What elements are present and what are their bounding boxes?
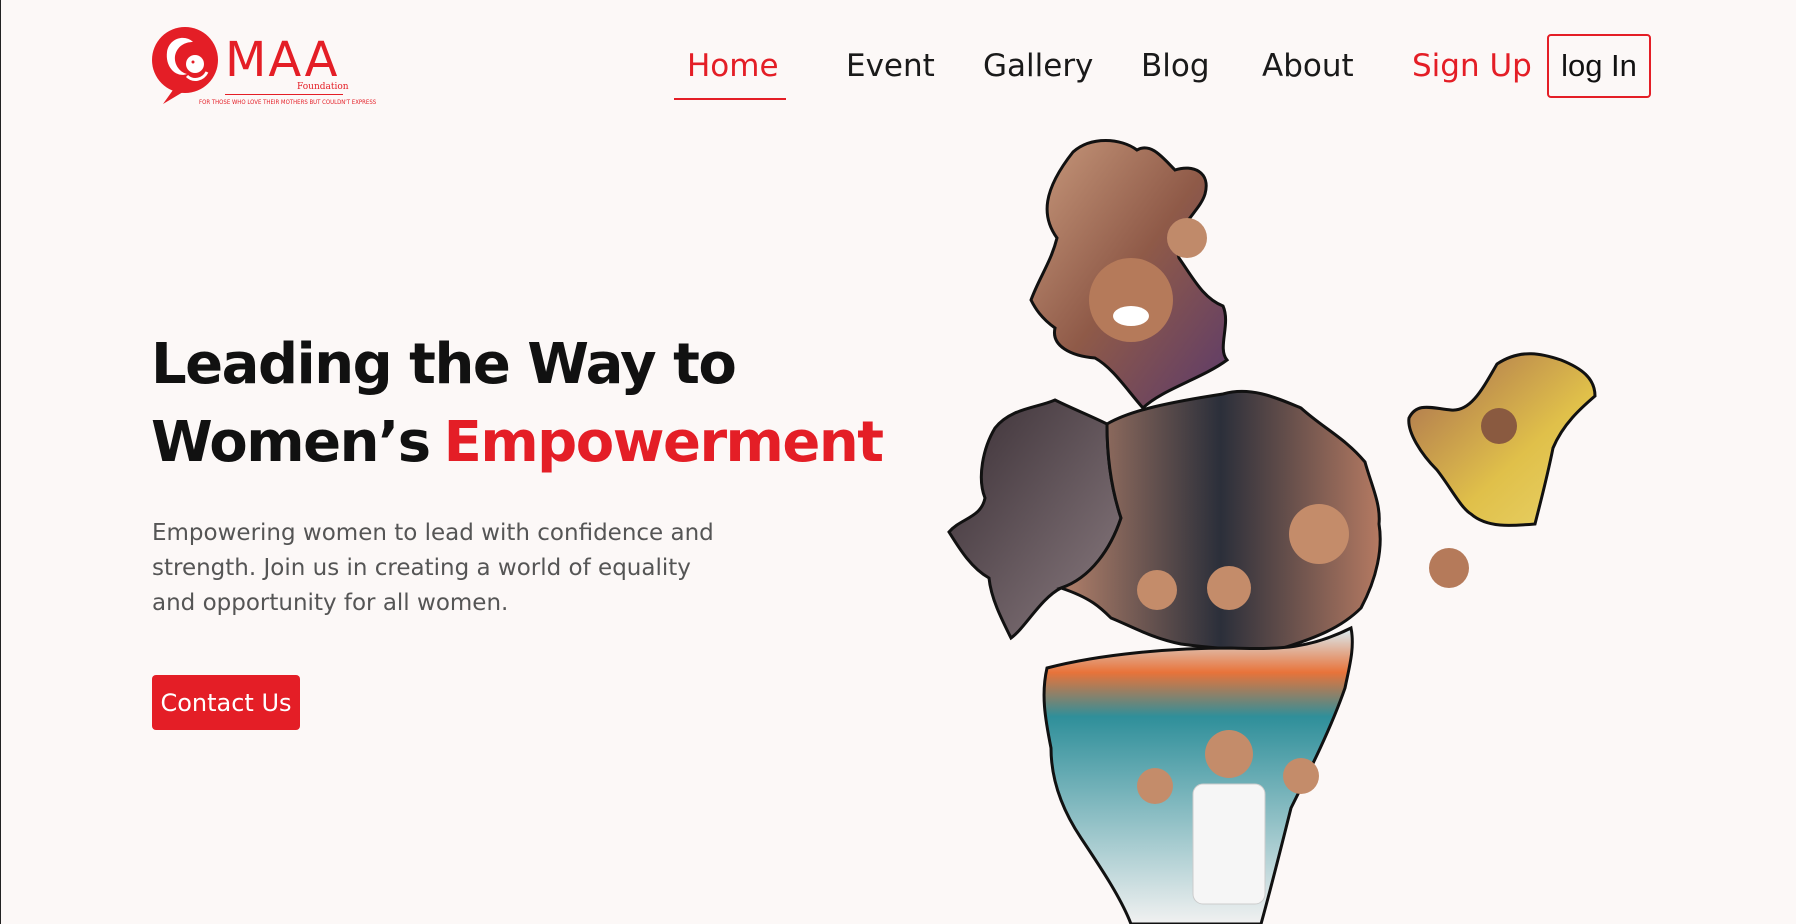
nav-blog-link[interactable]: Blog: [1141, 48, 1210, 84]
hero-description: Empowering women to lead with confidence…: [152, 520, 714, 616]
nav-gallery-link[interactable]: Gallery: [983, 48, 1093, 84]
india-map-icon: [947, 139, 1597, 924]
india-map-collage: [931, 128, 1751, 924]
portrait-doctor-south: [1205, 730, 1253, 778]
nav-home-link[interactable]: Home: [687, 48, 779, 84]
hero-title: Leading the Way to Women’s Empowerment: [151, 326, 884, 482]
brand-tagline: FOR THOSE WHO LOVE THEIR MOTHERS BUT COU…: [199, 99, 377, 106]
signup-link[interactable]: Sign Up: [1412, 48, 1532, 84]
hero-title-line1: Leading the Way to: [151, 332, 737, 397]
mother-child-logo-icon: [152, 27, 218, 104]
brand-logo[interactable]: MAA Foundation FOR THOSE WHO LOVE THEIR …: [149, 24, 376, 112]
nav-active-indicator: [674, 98, 786, 100]
brand-sub: Foundation: [297, 82, 349, 92]
hero-title-accent: Empowerment: [443, 410, 884, 475]
brand-name: MAA: [225, 32, 340, 88]
portrait-woman-north: [1089, 258, 1173, 342]
brand-divider: [225, 94, 343, 95]
portrait-woman-central: [1289, 504, 1349, 564]
login-button[interactable]: log In: [1547, 34, 1651, 98]
hero-title-line2: Women’s: [151, 410, 431, 475]
contact-us-button[interactable]: Contact Us: [152, 675, 300, 730]
nav-event-link[interactable]: Event: [846, 48, 935, 84]
nav-about-link[interactable]: About: [1262, 48, 1354, 84]
